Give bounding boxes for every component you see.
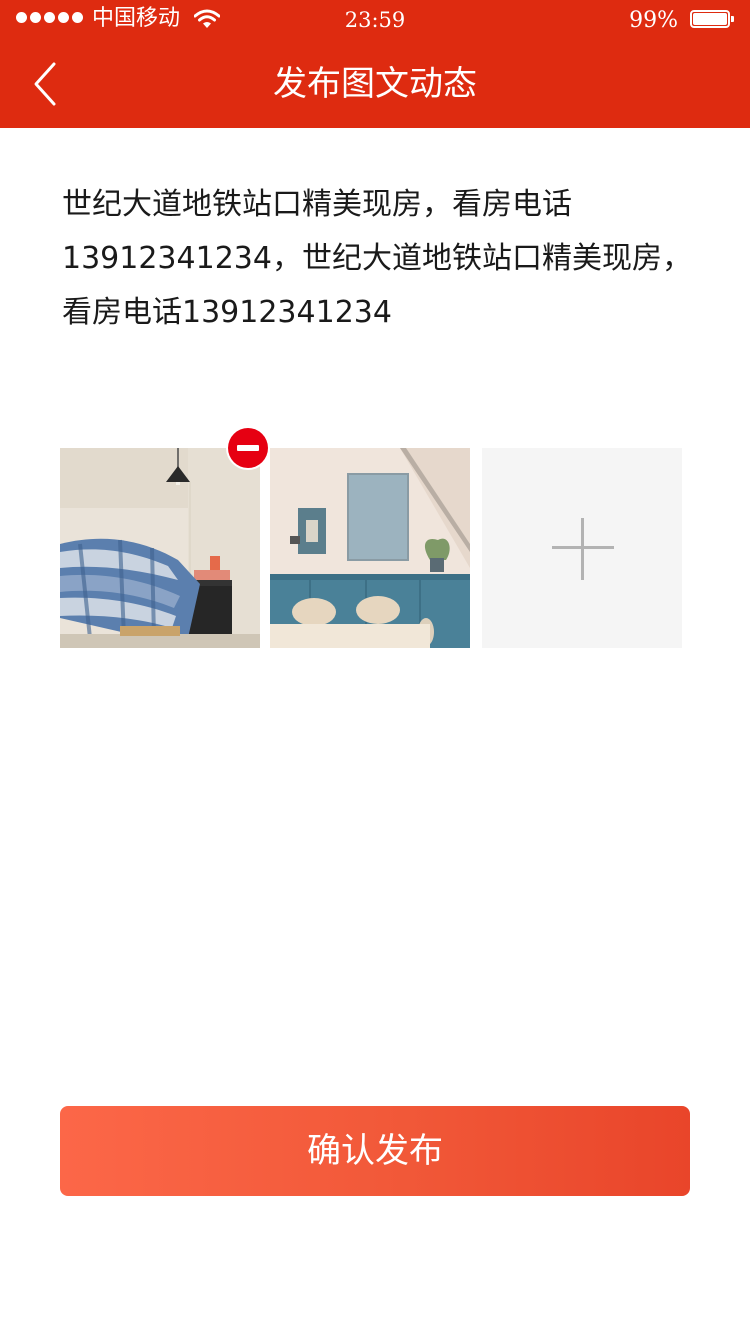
confirm-publish-button[interactable]: 确认发布 [60, 1106, 690, 1196]
dining-room-photo[interactable] [270, 448, 470, 648]
minus-circle-icon [237, 445, 259, 451]
photo-grid [60, 428, 690, 648]
nav-bar: 发布图文动态 [0, 40, 750, 128]
remove-photo-button[interactable] [228, 428, 268, 468]
add-photo-button[interactable] [482, 448, 682, 648]
battery-icon [690, 10, 734, 28]
battery-percentage: 99% [629, 8, 678, 33]
status-bar: 中国移动 23:59 99% [0, 0, 750, 40]
bedroom-photo[interactable] [60, 448, 260, 648]
post-text[interactable]: 世纪大道地铁站口精美现房，看房电话13912341234，世纪大道地铁站口精美现… [62, 178, 702, 340]
header: 中国移动 23:59 99% 发布图文动态 [0, 0, 750, 128]
page-title: 发布图文动态 [273, 64, 477, 104]
